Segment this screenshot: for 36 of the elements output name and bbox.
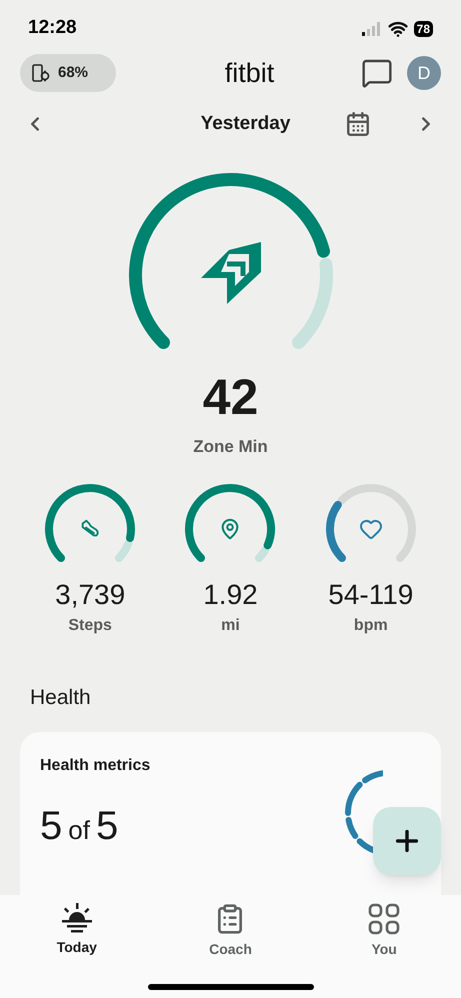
device-battery-pill[interactable]: 68% bbox=[20, 54, 116, 92]
gauge-track bbox=[255, 546, 270, 562]
battery-indicator: 78 bbox=[414, 20, 433, 37]
metric-value: 3,739 bbox=[55, 578, 126, 612]
metrics-total: 5 bbox=[96, 802, 118, 850]
gauge-track bbox=[115, 540, 133, 562]
device-battery-level: 68% bbox=[58, 63, 88, 84]
heart-icon bbox=[358, 517, 383, 542]
location-pin-icon bbox=[219, 518, 242, 540]
sunrise-icon bbox=[60, 903, 93, 933]
card-title: Health metrics bbox=[40, 756, 152, 776]
date-label: Yesterday bbox=[200, 112, 290, 136]
metrics-count: 5 bbox=[40, 802, 62, 850]
calendar-icon[interactable] bbox=[344, 110, 371, 137]
zone-minutes-label: Zone Min bbox=[193, 436, 268, 458]
metric-unit: Steps bbox=[68, 616, 112, 636]
metrics-connector: of bbox=[68, 814, 90, 847]
metric-value: 54-119 bbox=[328, 578, 414, 612]
health-metrics-card[interactable]: Health metrics 5 of 5 bbox=[20, 732, 441, 895]
nav-tab[interactable]: You bbox=[307, 903, 461, 960]
metric-value: 1.92 bbox=[203, 578, 258, 612]
zone-minutes-value: 42 bbox=[202, 372, 258, 422]
gauge-fill bbox=[326, 501, 346, 562]
zone-arrow-icon bbox=[198, 240, 262, 304]
metric-unit: bpm bbox=[354, 616, 388, 636]
status-time: 12:28 bbox=[28, 16, 77, 40]
section-title: Health bbox=[29, 685, 92, 712]
app-logo: fitbit bbox=[224, 57, 274, 90]
signal-icon bbox=[362, 22, 382, 36]
messages-icon[interactable] bbox=[361, 57, 393, 90]
nav-tab[interactable]: Coach bbox=[154, 903, 308, 960]
grid-icon bbox=[368, 903, 400, 935]
add-button[interactable] bbox=[373, 807, 441, 875]
nav-tab[interactable]: Today bbox=[0, 903, 154, 960]
metric-unit: mi bbox=[221, 616, 240, 636]
phone-watch-icon bbox=[32, 63, 50, 84]
